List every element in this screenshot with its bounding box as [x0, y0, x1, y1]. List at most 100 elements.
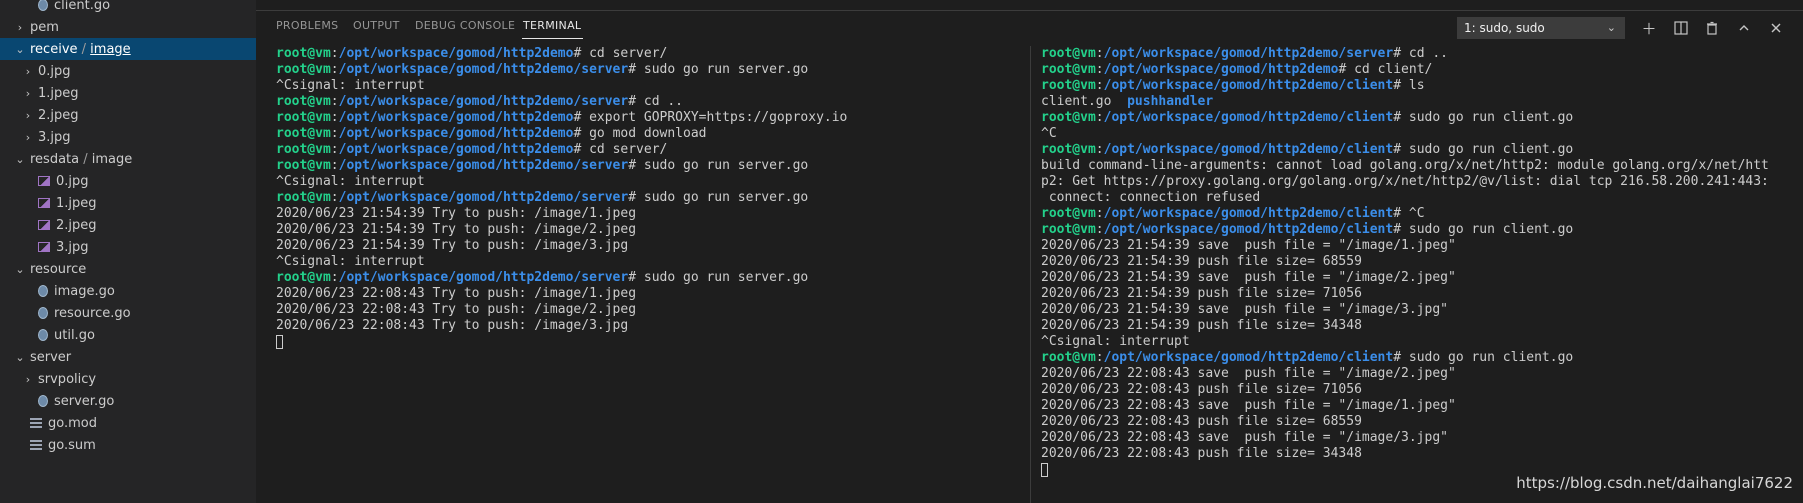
- tab-problems[interactable]: PROBLEMS: [276, 19, 338, 32]
- prompt-path: /opt/workspace/gomod/http2demo/server: [1103, 46, 1394, 61]
- prompt-command: # sudo go run client.go: [1393, 110, 1574, 125]
- chevron-down-icon: ⌄: [1606, 21, 1616, 34]
- tree-item[interactable]: › srvpolicy: [0, 368, 256, 390]
- tab-debug-console[interactable]: DEBUG CONSOLE: [415, 19, 515, 32]
- prompt-command: # sudo go run client.go: [1393, 350, 1574, 365]
- terminal-line: root@vm:/opt/workspace/gomod/http2demo/c…: [1041, 142, 1791, 158]
- terminal-line: 2020/06/23 21:54:39 push file size= 7105…: [1041, 286, 1791, 302]
- terminal-line: 2020/06/23 22:08:43 save push file = "/i…: [1041, 398, 1791, 414]
- chevron-right-icon: ›: [25, 372, 31, 386]
- tree-item[interactable]: ⌄ resource: [0, 258, 256, 280]
- tree-item[interactable]: ⌄ resdata / image: [0, 148, 256, 170]
- gopher-icon: [38, 285, 48, 297]
- prompt-path: /opt/workspace/gomod/http2demo/client: [1103, 78, 1394, 93]
- tree-item-label: go.mod: [48, 415, 97, 431]
- chevron-up-icon[interactable]: [1733, 17, 1755, 39]
- tree-item[interactable]: 3.jpg: [0, 236, 256, 258]
- prompt-command: # cd ..: [1393, 46, 1449, 61]
- prompt-colon: :: [330, 158, 339, 173]
- output-text: ^Csignal: interrupt: [276, 174, 425, 189]
- tree-item-label: image.go: [54, 283, 115, 299]
- tree-item-label-suffix: image: [91, 151, 133, 167]
- tree-item[interactable]: 1.jpeg: [0, 192, 256, 214]
- prompt-path: /opt/workspace/gomod/http2demo/server: [338, 190, 629, 205]
- terminal-line: root@vm:/opt/workspace/gomod/http2demo/c…: [1041, 78, 1791, 94]
- lines-icon: [30, 418, 42, 428]
- tree-item[interactable]: util.go: [0, 324, 256, 346]
- terminal-pane-right[interactable]: root@vm: /opt/workspace/gomod/http2demo/s…: [1041, 46, 1791, 501]
- tree-item[interactable]: ⌄ server: [0, 346, 256, 368]
- tree-item-label: resource: [30, 261, 87, 277]
- output-text: 2020/06/23 22:08:43 push file size= 7105…: [1041, 382, 1362, 397]
- pane-divider[interactable]: [1030, 46, 1031, 503]
- prompt-user: root@vm: [276, 46, 331, 61]
- prompt-path: /opt/workspace/gomod/http2demo/server: [338, 270, 629, 285]
- tree-item[interactable]: › 2.jpeg: [0, 104, 256, 126]
- tree-item[interactable]: client.go: [0, 0, 256, 16]
- output-text: client.go: [1041, 94, 1128, 109]
- prompt-colon: :: [1095, 110, 1104, 125]
- tree-item[interactable]: go.mod: [0, 412, 256, 434]
- prompt-user: root@vm: [276, 270, 331, 285]
- tree-item[interactable]: › 0.jpg: [0, 60, 256, 82]
- tree-item-label: 3.jpg: [56, 239, 89, 255]
- tree-item[interactable]: go.sum: [0, 434, 256, 456]
- output-text: p2: Get https://proxy.golang.org/golang.…: [1041, 174, 1769, 189]
- prompt-command: # go mod download: [573, 126, 707, 141]
- prompt-user: root@vm: [1041, 350, 1096, 365]
- prompt-colon: :: [1095, 78, 1104, 93]
- terminal-line: 2020/06/23 22:08:43 save push file = "/i…: [1041, 430, 1791, 446]
- output-text: 2020/06/23 21:54:39 Try to push: /image/…: [276, 238, 629, 253]
- image-icon: [38, 220, 50, 230]
- terminal-line: 2020/06/23 21:54:39 Try to push: /image/…: [276, 206, 1024, 222]
- prompt-path: /opt/workspace/gomod/http2demo: [338, 46, 574, 61]
- prompt-command: # cd client/: [1338, 62, 1433, 77]
- close-icon[interactable]: [1765, 17, 1787, 39]
- tree-item-label: receive: [30, 41, 78, 57]
- path-separator: /: [77, 41, 91, 57]
- tree-item[interactable]: 2.jpeg: [0, 214, 256, 236]
- output-text: 2020/06/23 21:54:39 Try to push: /image/…: [276, 206, 637, 221]
- terminal-pane-left[interactable]: root@vm:/opt/workspace/gomod/http2demo# …: [276, 46, 1024, 501]
- split-icon[interactable]: [1670, 17, 1692, 39]
- tree-item[interactable]: ⌄ receive / image: [0, 38, 256, 60]
- tree-item-label: 0.jpg: [56, 173, 89, 189]
- terminal-line: ^C: [1041, 126, 1791, 142]
- gopher-icon: [38, 0, 48, 11]
- lines-icon: [30, 440, 42, 450]
- tab-terminal[interactable]: TERMINAL: [523, 19, 581, 32]
- tree-item[interactable]: › 3.jpg: [0, 126, 256, 148]
- output-text: 2020/06/23 21:54:39 save push file = "/i…: [1041, 270, 1456, 285]
- tree-item-label: srvpolicy: [38, 371, 97, 387]
- tree-item[interactable]: 0.jpg: [0, 170, 256, 192]
- chevron-right-icon: ›: [25, 64, 31, 78]
- active-tab-indicator: [522, 38, 583, 39]
- tree-item[interactable]: server.go: [0, 390, 256, 412]
- tree-item-label: client.go: [54, 0, 111, 13]
- output-text: 2020/06/23 22:08:43 save push file = "/i…: [1041, 366, 1456, 381]
- trash-icon[interactable]: [1701, 17, 1723, 39]
- terminal-line: root@vm:/opt/workspace/gomod/http2demo/s…: [1041, 46, 1791, 62]
- prompt-path: /opt/workspace/gomod/http2demo: [338, 110, 574, 125]
- terminal-cursor: [276, 334, 283, 349]
- tree-item[interactable]: image.go: [0, 280, 256, 302]
- output-text: connect: connection refused: [1041, 190, 1261, 205]
- terminal-line: ^Csignal: interrupt: [276, 254, 1024, 270]
- chevron-right-icon: ›: [17, 20, 23, 34]
- tree-item-label: util.go: [54, 327, 95, 343]
- tree-item[interactable]: › 1.jpeg: [0, 82, 256, 104]
- terminal-line: build command-line-arguments: cannot loa…: [1041, 158, 1791, 174]
- terminal-line: 2020/06/23 22:08:43 Try to push: /image/…: [276, 286, 1024, 302]
- prompt-path: /opt/workspace/gomod/http2demo: [1103, 62, 1339, 77]
- terminal-select[interactable]: 1: sudo, sudo ⌄: [1457, 17, 1625, 39]
- tree-item[interactable]: › pem: [0, 16, 256, 38]
- prompt-path: /opt/workspace/gomod/http2demo/client: [1103, 206, 1394, 221]
- plus-icon[interactable]: ＋: [1638, 17, 1660, 39]
- prompt-user: root@vm: [1041, 222, 1096, 237]
- tab-output[interactable]: OUTPUT: [353, 19, 400, 32]
- tree-item[interactable]: resource.go: [0, 302, 256, 324]
- terminal-line: root@vm:/opt/workspace/gomod/http2demo# …: [276, 142, 1024, 158]
- prompt-path: /opt/workspace/gomod/http2demo/client: [1103, 222, 1394, 237]
- terminal-line: 2020/06/23 21:54:39 save push file = "/i…: [1041, 302, 1791, 318]
- prompt-path: /opt/workspace/gomod/http2demo/server: [338, 62, 629, 77]
